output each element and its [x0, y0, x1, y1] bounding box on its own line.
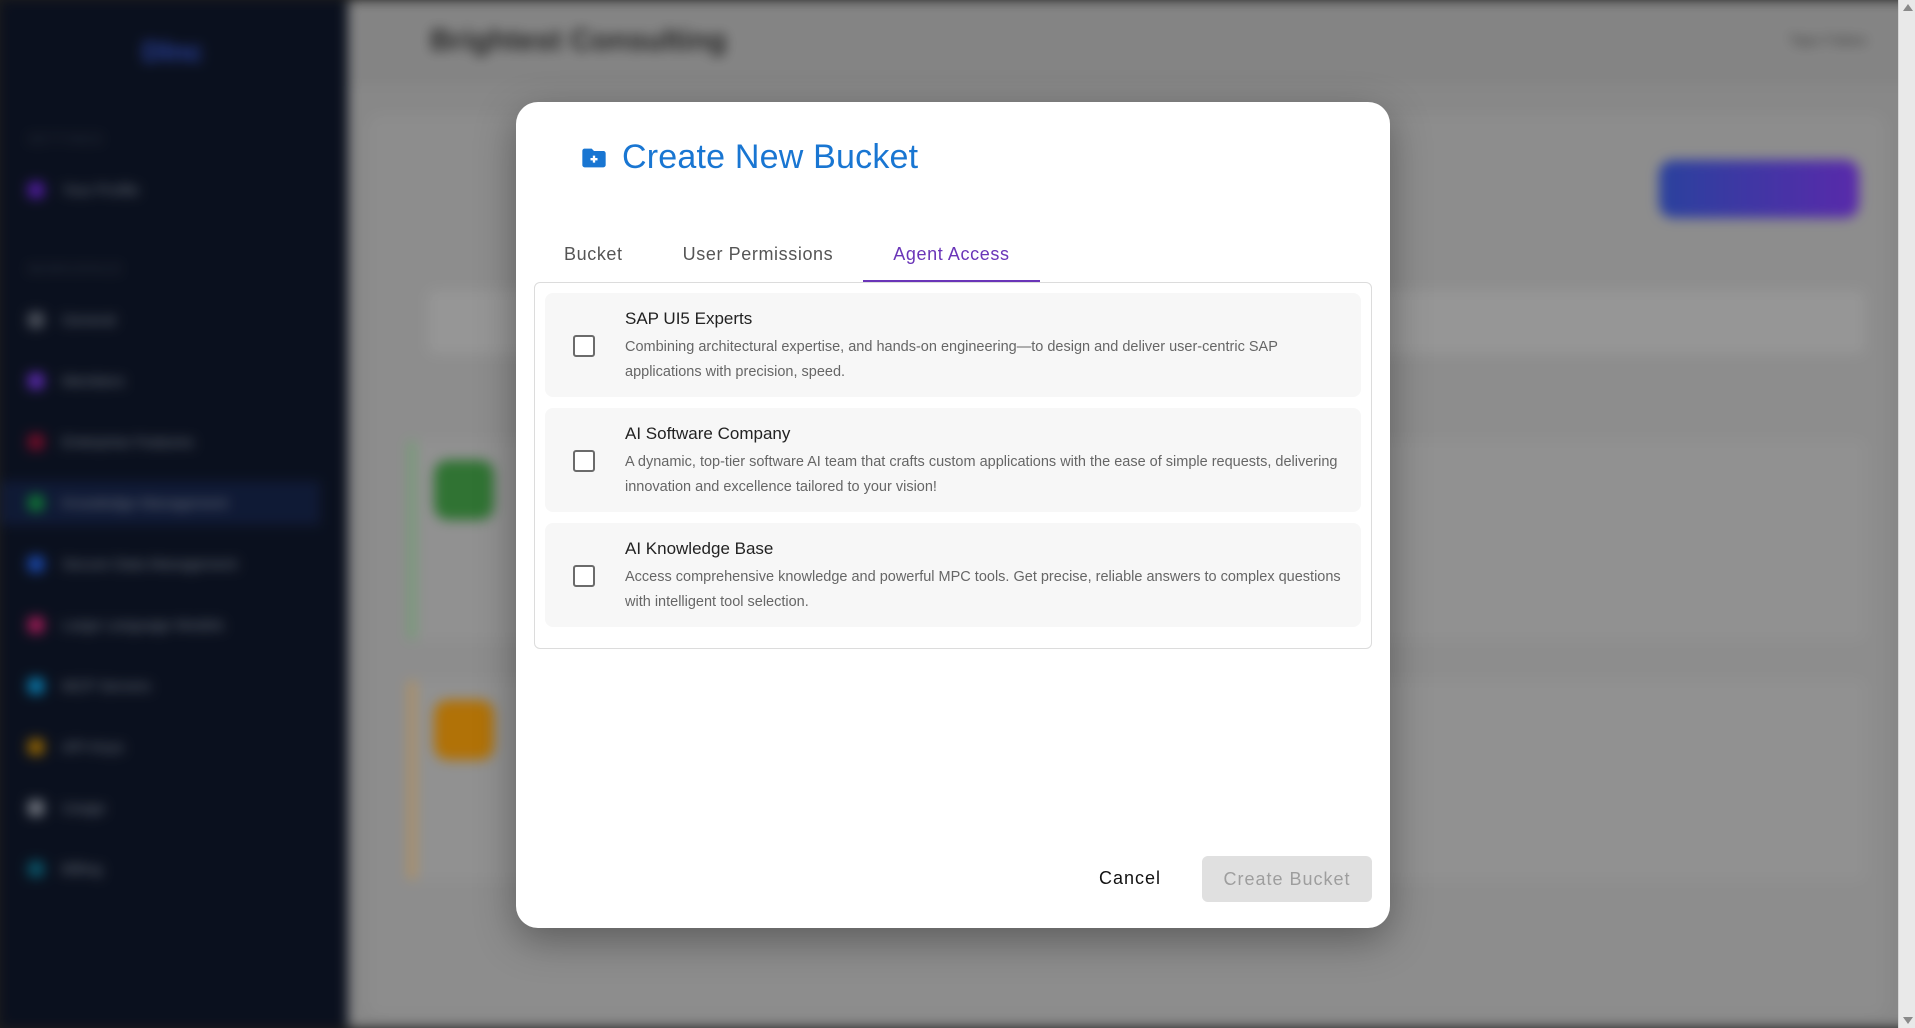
agent-description: Combining architectural expertise, and h… [625, 339, 1278, 380]
agent-name: SAP UI5 Experts [625, 309, 753, 328]
list-item[interactable]: AI Software Company A dynamic, top-tier … [545, 408, 1361, 512]
dialog-tabs: Bucket User Permissions Agent Access [534, 226, 1040, 282]
scroll-up-icon[interactable] [1903, 4, 1913, 11]
agent-checkbox[interactable] [573, 450, 595, 472]
tab-agent-access[interactable]: Agent Access [863, 226, 1040, 282]
folder-plus-icon [580, 144, 608, 172]
scroll-down-icon[interactable] [1903, 1017, 1913, 1024]
agent-name: AI Software Company [625, 424, 791, 443]
agent-checkbox[interactable] [573, 335, 595, 357]
dialog-title: Create New Bucket [622, 138, 919, 176]
create-bucket-dialog: Create New Bucket Bucket User Permission… [516, 102, 1390, 928]
agent-name: AI Knowledge Base [625, 539, 774, 558]
list-item[interactable]: AI Knowledge Base Access comprehensive k… [545, 523, 1361, 627]
agent-checkbox[interactable] [573, 565, 595, 587]
tab-user-permissions[interactable]: User Permissions [653, 226, 864, 282]
agent-description: A dynamic, top-tier software AI team tha… [625, 454, 1338, 495]
page-scrollbar[interactable] [1898, 0, 1915, 1028]
cancel-button[interactable]: Cancel [1080, 856, 1180, 900]
list-item[interactable]: SAP UI5 Experts Combining architectural … [545, 293, 1361, 397]
create-bucket-button[interactable]: Create Bucket [1202, 856, 1372, 902]
agent-description: Access comprehensive knowledge and power… [625, 569, 1341, 610]
agent-access-list: SAP UI5 Experts Combining architectural … [534, 282, 1372, 649]
tab-bucket[interactable]: Bucket [534, 226, 653, 282]
dialog-header: Create New Bucket [580, 138, 918, 177]
